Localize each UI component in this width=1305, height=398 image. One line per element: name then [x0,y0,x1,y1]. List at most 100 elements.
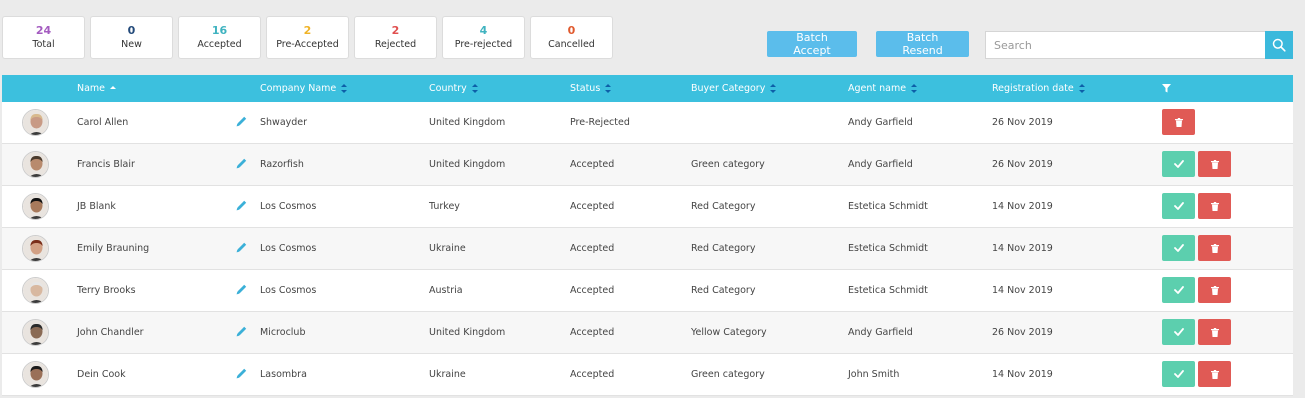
cell-company: Los Cosmos [260,201,317,212]
column-header-label: Status [570,83,601,94]
sort-icon [770,84,777,93]
cell-name: Dein Cook [77,369,126,380]
status-label: Total [32,38,55,50]
cell-status: Accepted [570,243,615,254]
cell-agent: Estetica Schmidt [848,201,928,212]
edit-pencil-icon[interactable] [235,199,248,212]
cell-status: Accepted [570,201,615,212]
cell-company: Microclub [260,327,306,338]
cell-name: John Chandler [77,327,144,338]
trash-icon [1210,327,1219,337]
cell-country: United Kingdom [429,117,506,128]
cell-name: Terry Brooks [77,285,136,296]
cell-agent: John Smith [848,369,900,380]
status-card-rejected[interactable]: 2 Rejected [354,16,437,59]
edit-pencil-icon[interactable] [235,325,248,338]
sort-icon [471,84,478,93]
avatar [22,193,49,220]
table-row: Terry Brooks Los Cosmos Austria Accepted Red… [2,270,1293,312]
accept-button[interactable] [1162,361,1195,387]
check-icon [1173,244,1184,252]
status-summary: 24 Total 0 New 16 Accepted 2 Pre-Accepted 2 Rejec… [2,16,618,59]
delete-button[interactable] [1162,109,1195,135]
column-header-registration-date[interactable]: Registration date [992,75,1085,102]
status-label: Accepted [197,38,242,50]
status-card-pre-rejected[interactable]: 4 Pre-rejected [442,16,525,59]
table-row: Francis Blair Razorfish United Kingdom Acce… [2,144,1293,186]
cell-buyer-category: Yellow Category [691,327,767,338]
status-card-total[interactable]: 24 Total [2,16,85,59]
accept-button[interactable] [1162,151,1195,177]
avatar [22,277,49,304]
column-header-name[interactable]: Name [77,75,117,102]
sort-icon [911,84,918,93]
status-count: 2 [391,23,400,37]
accept-button[interactable] [1162,277,1195,303]
column-header-label: Buyer Category [691,83,766,94]
cell-status: Accepted [570,285,615,296]
avatar [22,109,49,136]
delete-button[interactable] [1198,193,1231,219]
status-count: 16 [211,23,228,37]
batch-accept-button[interactable]: Batch Accept [767,31,857,57]
cell-registration-date: 26 Nov 2019 [992,117,1053,128]
status-label: Pre-Accepted [276,38,339,50]
cell-registration-date: 14 Nov 2019 [992,369,1053,380]
cell-buyer-category: Green category [691,159,765,170]
status-label: Rejected [374,38,417,50]
status-card-cancelled[interactable]: 0 Cancelled [530,16,613,59]
trash-icon [1210,201,1219,211]
status-card-new[interactable]: 0 New [90,16,173,59]
cell-agent: Andy Garfield [848,117,913,128]
search-button[interactable] [1265,31,1293,59]
status-label: Cancelled [548,38,595,50]
cell-country: United Kingdom [429,327,506,338]
table-row: Carol Allen Shwayder United Kingdom Pre-Rej… [2,102,1293,144]
column-header-company[interactable]: Company Name [260,75,348,102]
cell-registration-date: 14 Nov 2019 [992,201,1053,212]
edit-pencil-icon[interactable] [235,157,248,170]
status-count: 2 [303,23,312,37]
status-count: 0 [127,23,136,37]
column-header-label: Company Name [260,83,337,94]
cell-agent: Andy Garfield [848,327,913,338]
search-icon [1272,38,1286,52]
column-header-status[interactable]: Status [570,75,612,102]
cell-registration-date: 14 Nov 2019 [992,285,1053,296]
edit-pencil-icon[interactable] [235,115,248,128]
edit-pencil-icon[interactable] [235,241,248,254]
cell-company: Shwayder [260,117,308,128]
delete-button[interactable] [1198,151,1231,177]
sort-ascending-icon [110,84,117,93]
trash-icon [1210,285,1219,295]
accept-button[interactable] [1162,193,1195,219]
trash-icon [1174,117,1183,127]
column-header-buyer-category[interactable]: Buyer Category [691,75,777,102]
delete-button[interactable] [1198,361,1231,387]
accept-button[interactable] [1162,319,1195,345]
column-header-agent[interactable]: Agent name [848,75,918,102]
trash-icon [1210,369,1219,379]
delete-button[interactable] [1198,277,1231,303]
status-count: 4 [479,23,488,37]
search-input[interactable] [985,31,1265,59]
delete-button[interactable] [1198,319,1231,345]
cell-buyer-category: Red Category [691,285,756,296]
filter-button[interactable] [1162,75,1171,102]
sort-icon [1078,84,1085,93]
avatar [22,319,49,346]
search-box [985,31,1293,59]
edit-pencil-icon[interactable] [235,367,248,380]
batch-resend-button[interactable]: Batch Resend [876,31,969,57]
accept-button[interactable] [1162,235,1195,261]
edit-pencil-icon[interactable] [235,283,248,296]
table-row: John Chandler Microclub United Kingdom Acce… [2,312,1293,354]
delete-button[interactable] [1198,235,1231,261]
sort-icon [605,84,612,93]
cell-registration-date: 26 Nov 2019 [992,159,1053,170]
column-header-country[interactable]: Country [429,75,478,102]
status-card-pre-accepted[interactable]: 2 Pre-Accepted [266,16,349,59]
trash-icon [1210,243,1219,253]
cell-country: United Kingdom [429,159,506,170]
status-card-accepted[interactable]: 16 Accepted [178,16,261,59]
